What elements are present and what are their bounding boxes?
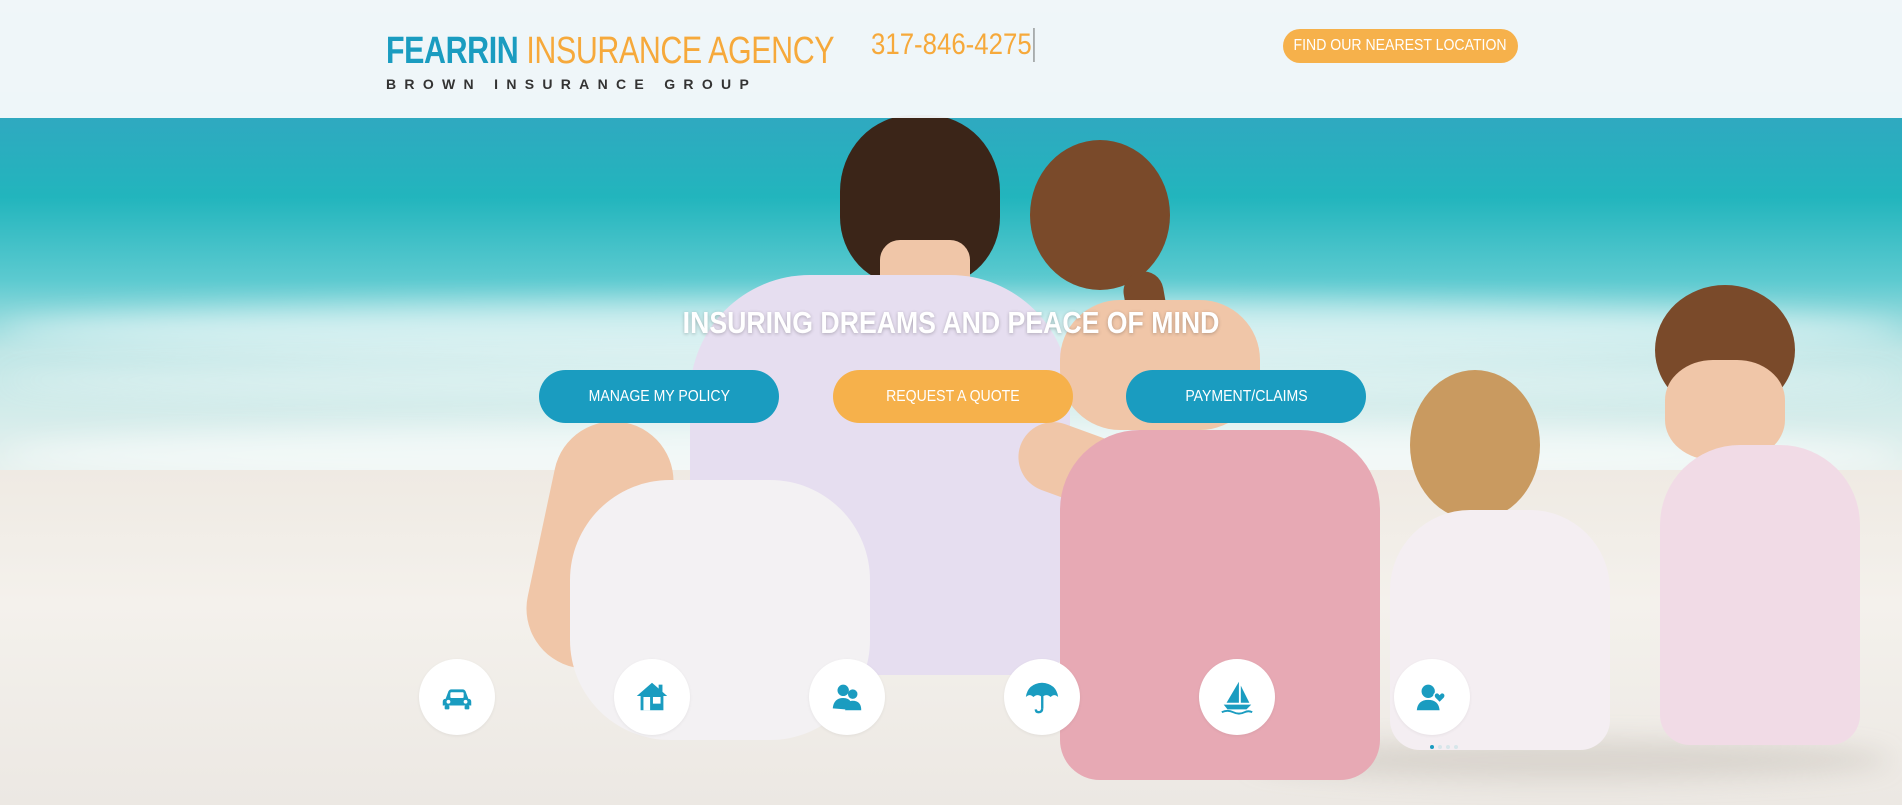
find-nearest-location-label: FIND OUR NEAREST LOCATION xyxy=(1293,37,1508,54)
home-insurance-link[interactable] xyxy=(614,659,690,735)
agency-logo[interactable]: FEARRIN INSURANCE AGENCY BROWN INSURANCE… xyxy=(386,30,946,92)
payment-claims-label: PAYMENT/CLAIMS xyxy=(1184,387,1308,405)
umbrella-insurance-link[interactable] xyxy=(1004,659,1080,735)
carousel-dot[interactable] xyxy=(1438,745,1442,749)
boat-insurance-link[interactable] xyxy=(1199,659,1275,735)
logo-subtitle: BROWN INSURANCE GROUP xyxy=(386,76,758,92)
sailboat-icon xyxy=(1221,681,1253,715)
logo-fearrin-text: FEARRIN xyxy=(386,30,519,72)
payment-claims-button[interactable]: PAYMENT/CLAIMS xyxy=(1126,370,1366,423)
girl-hair xyxy=(1410,370,1540,520)
carousel-dot[interactable] xyxy=(1430,745,1434,749)
carousel-pagination xyxy=(1430,745,1458,749)
manage-my-policy-button[interactable]: MANAGE MY POLICY xyxy=(539,370,779,423)
request-a-quote-label: REQUEST A QUOTE xyxy=(886,387,1020,405)
hero-headline-text: INSURING DREAMS AND PEACE OF MIND xyxy=(682,305,1220,340)
logo-agency-text: INSURANCE AGENCY xyxy=(526,30,835,72)
manage-my-policy-label: MANAGE MY POLICY xyxy=(588,387,730,405)
business-people-icon xyxy=(832,684,862,711)
mother-hair xyxy=(1030,140,1170,290)
hero-headline: INSURING DREAMS AND PEACE OF MIND xyxy=(0,305,1902,341)
umbrella-icon xyxy=(1025,682,1059,714)
phone-number-link[interactable]: 317-846-4275 xyxy=(871,28,1035,62)
boy-shirt xyxy=(1660,445,1860,745)
carousel-dot[interactable] xyxy=(1454,745,1458,749)
business-insurance-link[interactable] xyxy=(809,659,885,735)
carousel-dot[interactable] xyxy=(1446,745,1450,749)
site-header: FEARRIN INSURANCE AGENCY BROWN INSURANCE… xyxy=(0,0,1902,118)
auto-insurance-link[interactable] xyxy=(419,659,495,735)
home-icon xyxy=(636,682,668,711)
life-heart-person-icon xyxy=(1416,684,1446,711)
request-a-quote-button[interactable]: REQUEST A QUOTE xyxy=(833,370,1073,423)
logo-title: FEARRIN INSURANCE AGENCY xyxy=(386,30,835,72)
find-nearest-location-button[interactable]: FIND OUR NEAREST LOCATION xyxy=(1283,29,1518,63)
car-icon xyxy=(442,689,472,710)
life-insurance-link[interactable] xyxy=(1394,659,1470,735)
